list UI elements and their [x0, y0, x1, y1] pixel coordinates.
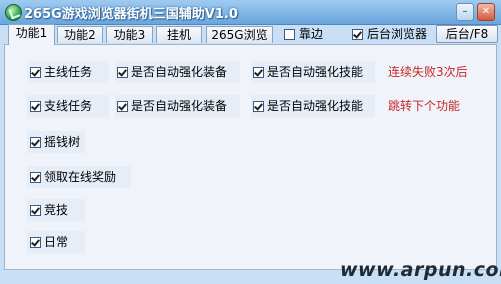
- dock-edge-box[interactable]: [284, 29, 295, 40]
- window-title: 265G游戏浏览器街机三国辅助V1.0: [24, 7, 238, 22]
- app-logo-icon: [5, 4, 22, 21]
- dock-edge-checkbox[interactable]: 靠边: [284, 26, 323, 43]
- main-auto-equip-box[interactable]: [117, 67, 128, 78]
- side-quest-checkbox[interactable]: 支线任务: [30, 98, 92, 114]
- tab-function-2[interactable]: 功能2: [57, 26, 103, 43]
- main-auto-skill-box[interactable]: [253, 67, 264, 78]
- online-reward-checkbox[interactable]: 领取在线奖励: [30, 169, 116, 185]
- arena-checkbox[interactable]: 竞技: [30, 202, 68, 218]
- tab-265g-browser[interactable]: 265G浏览器: [206, 26, 273, 59]
- side-quest-label: 支线任务: [44, 99, 93, 113]
- money-tree-box[interactable]: [30, 137, 41, 148]
- money-tree-checkbox[interactable]: 摇钱树: [30, 134, 80, 150]
- background-browser-box[interactable]: [352, 29, 363, 40]
- main-auto-skill-label: 是否自动强化技能: [267, 65, 364, 79]
- background-browser-checkbox[interactable]: 后台浏览器: [352, 26, 427, 43]
- dock-edge-label: 靠边: [299, 27, 324, 41]
- main-quest-checkbox[interactable]: 主线任务: [30, 64, 92, 80]
- side-auto-skill-checkbox[interactable]: 是否自动强化技能: [253, 98, 363, 114]
- daily-box[interactable]: [30, 237, 41, 248]
- arena-box[interactable]: [30, 205, 41, 216]
- side-auto-equip-checkbox[interactable]: 是否自动强化装备: [117, 98, 227, 114]
- tab-function-3[interactable]: 功能3: [106, 26, 153, 43]
- tab-function-1[interactable]: 功能1: [8, 24, 55, 45]
- main-auto-equip-label: 是否自动强化装备: [131, 65, 228, 79]
- minimize-button[interactable]: –: [456, 3, 474, 21]
- title-bar[interactable]: 265G游戏浏览器街机三国辅助V1.0 – ✕: [0, 0, 501, 25]
- main-quest-box[interactable]: [30, 67, 41, 78]
- side-auto-equip-label: 是否自动强化装备: [131, 99, 228, 113]
- online-reward-box[interactable]: [30, 172, 41, 183]
- side-quest-box[interactable]: [30, 101, 41, 112]
- background-browser-label: 后台浏览器: [367, 27, 428, 41]
- main-auto-equip-checkbox[interactable]: 是否自动强化装备: [117, 64, 227, 80]
- daily-label: 日常: [44, 235, 69, 249]
- main-auto-skill-checkbox[interactable]: 是否自动强化技能: [253, 64, 363, 80]
- money-tree-label: 摇钱树: [44, 135, 81, 149]
- side-auto-skill-label: 是否自动强化技能: [267, 99, 364, 113]
- side-auto-equip-box[interactable]: [117, 101, 128, 112]
- jump-next-note: 跳转下个功能: [388, 99, 461, 113]
- background-hotkey-button[interactable]: 后台/F8: [436, 25, 498, 43]
- tab-idle[interactable]: 挂机: [156, 26, 202, 43]
- function1-panel: 主线任务 是否自动强化装备 是否自动强化技能 连续失败3次后 支线任务 是否自动…: [4, 44, 497, 270]
- fail-retry-note: 连续失败3次后: [388, 65, 468, 79]
- arena-label: 竞技: [44, 203, 69, 217]
- close-button[interactable]: ✕: [477, 3, 495, 21]
- daily-checkbox[interactable]: 日常: [30, 234, 68, 250]
- app-window: 265G游戏浏览器街机三国辅助V1.0 – ✕ 功能1 功能2 功能3 挂机 2…: [0, 0, 501, 284]
- side-auto-skill-box[interactable]: [253, 101, 264, 112]
- site-watermark: www.arpun.com: [340, 259, 501, 281]
- main-quest-label: 主线任务: [44, 65, 93, 79]
- tab-strip: 功能1 功能2 功能3 挂机 265G浏览器 靠边 后台浏览器 后台/F8: [0, 24, 501, 59]
- online-reward-label: 领取在线奖励: [44, 170, 117, 184]
